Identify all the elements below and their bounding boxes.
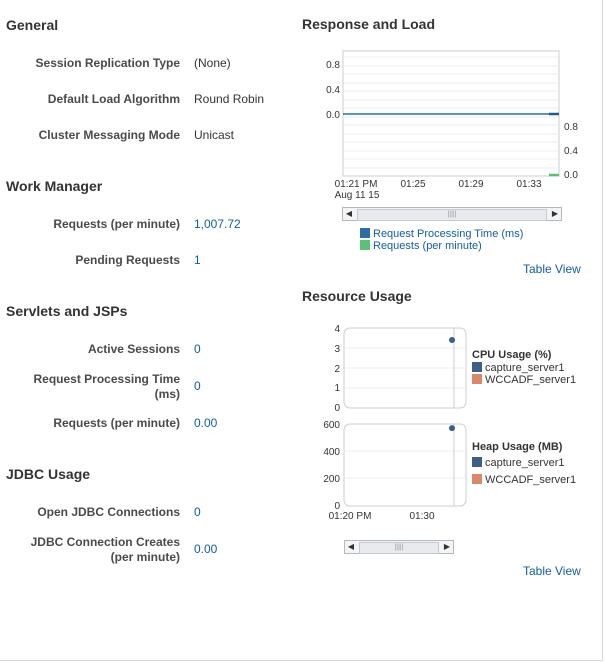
- response-load-svg: 0.8 0.4 0.0 0.8 0.4 0.0 01:21 PM 01:25 0…: [326, 50, 578, 201]
- messaging-mode-value: Unicast: [194, 128, 235, 142]
- cpu-legend-label: capture_server1: [485, 362, 565, 374]
- jdbc-creates-link[interactable]: 0.00: [194, 542, 217, 556]
- heap-legend-title: Heap Usage (MB): [472, 441, 563, 453]
- rl-y-left-tick: 0.4: [326, 85, 340, 96]
- heap-legend-swatch: [472, 474, 482, 484]
- processing-time-link[interactable]: 0: [194, 379, 201, 393]
- cpu-y-tick: 3: [334, 344, 340, 355]
- session-replication-label: Session Replication Type: [35, 56, 180, 70]
- rl-legend-swatch: [360, 228, 370, 238]
- rl-y-right-tick: 0.0: [564, 170, 578, 181]
- cpu-y-tick: 0: [334, 403, 340, 414]
- session-replication-value: (None): [194, 56, 231, 70]
- active-sessions-link[interactable]: 0: [194, 342, 201, 356]
- jdbc-creates-label: JDBC Connection Creates (per minute): [30, 535, 180, 564]
- processing-time-label: Request Processing Time (ms): [33, 372, 181, 401]
- rl-legend-label: Requests (per minute): [373, 240, 482, 252]
- cpu-y-tick: 2: [334, 364, 340, 375]
- servlet-requests-label: Requests (per minute): [53, 416, 180, 430]
- cpu-usage-chart: 4 3 2 1 0: [318, 320, 470, 416]
- ru-scrollbar[interactable]: ◀ ||||| ▶: [344, 540, 454, 554]
- general-heading: General: [6, 17, 59, 33]
- heap-legend-swatch: [472, 457, 482, 467]
- cpu-data-point: [449, 337, 455, 343]
- cpu-legend-swatch: [472, 362, 482, 372]
- rl-legend-processing-time: Request Processing Time (ms): [360, 228, 523, 240]
- heap-y-tick: 200: [323, 474, 340, 485]
- ru-table-view-link[interactable]: Table View: [523, 564, 581, 578]
- load-algorithm-label: Default Load Algorithm: [47, 92, 180, 106]
- rl-y-left-tick: 0.0: [326, 110, 340, 121]
- heap-x-tick: 01:20 PM: [329, 511, 372, 522]
- scroll-left-icon[interactable]: ◀: [345, 541, 357, 553]
- pending-requests-link[interactable]: 1: [194, 253, 201, 267]
- heap-plot-area: [343, 423, 467, 507]
- rl-legend-label: Request Processing Time (ms): [373, 228, 524, 240]
- heap-y-tick: 600: [323, 420, 340, 431]
- ru-scroll-thumb[interactable]: |||||: [359, 542, 439, 554]
- jdbc-heading: JDBC Usage: [6, 466, 91, 482]
- rl-x-tick: 01:33: [516, 179, 541, 190]
- open-jdbc-link[interactable]: 0: [194, 505, 201, 519]
- cpu-y-tick: 1: [334, 383, 340, 394]
- rl-x-tick: 01:21 PM: [335, 179, 378, 190]
- wm-requests-label: Requests (per minute): [53, 217, 180, 231]
- heap-usage-chart: 600 400 200 0 01:20 PM 01:30: [318, 416, 470, 524]
- rl-y-right-tick: 0.4: [564, 146, 578, 157]
- resource-usage-heading: Resource Usage: [302, 288, 412, 304]
- messaging-mode-label: Cluster Messaging Mode: [38, 128, 180, 142]
- pending-requests-label: Pending Requests: [75, 253, 180, 267]
- rl-scrollbar[interactable]: ◀ ||||| ▶: [342, 207, 562, 221]
- cpu-y-tick: 4: [334, 324, 340, 335]
- load-algorithm-value: Round Robin: [194, 92, 265, 106]
- servlet-requests-link[interactable]: 0.00: [194, 416, 217, 430]
- rl-x-tick: 01:29: [458, 179, 483, 190]
- scroll-right-icon[interactable]: ▶: [441, 541, 453, 553]
- wm-requests-link[interactable]: 1,007.72: [194, 217, 241, 231]
- rl-legend-requests: Requests (per minute): [360, 240, 482, 252]
- rl-x-tick: 01:25: [400, 179, 425, 190]
- cpu-legend-swatch: [472, 374, 482, 384]
- cpu-usage-svg: 4 3 2 1 0: [334, 324, 467, 414]
- servlets-heading: Servlets and JSPs: [6, 303, 128, 319]
- rl-table-view-link[interactable]: Table View: [523, 262, 581, 276]
- cpu-legend-wccadf: WCCADF_server1: [472, 374, 576, 386]
- rl-legend-swatch: [360, 240, 370, 250]
- heap-legend-wccadf: WCCADF_server1: [472, 474, 576, 486]
- heap-legend-capture: capture_server1: [472, 457, 565, 469]
- response-load-chart: 0.8 0.4 0.0 0.8 0.4 0.0 01:21 PM 01:25 0…: [300, 44, 600, 204]
- cpu-legend-capture: capture_server1: [472, 362, 565, 374]
- rl-scroll-thumb[interactable]: |||||: [357, 209, 547, 221]
- rl-y-left-tick: 0.8: [326, 60, 340, 71]
- heap-y-tick: 400: [323, 447, 340, 458]
- scroll-left-icon[interactable]: ◀: [343, 208, 355, 220]
- heap-usage-svg: 600 400 200 0 01:20 PM 01:30: [323, 420, 467, 522]
- rl-x-date: Aug 11 15: [335, 190, 380, 201]
- open-jdbc-label: Open JDBC Connections: [37, 505, 180, 519]
- rl-y-right-tick: 0.8: [564, 122, 578, 133]
- heap-legend-label: WCCADF_server1: [485, 474, 577, 486]
- heap-x-tick: 01:30: [409, 511, 434, 522]
- work-manager-heading: Work Manager: [6, 178, 103, 194]
- cpu-legend-title: CPU Usage (%): [472, 349, 552, 361]
- active-sessions-label: Active Sessions: [87, 342, 180, 356]
- heap-data-point: [449, 425, 455, 432]
- scroll-right-icon[interactable]: ▶: [549, 208, 561, 220]
- cpu-legend-label: WCCADF_server1: [485, 374, 577, 386]
- heap-legend-label: capture_server1: [485, 457, 565, 469]
- response-load-heading: Response and Load: [302, 16, 436, 32]
